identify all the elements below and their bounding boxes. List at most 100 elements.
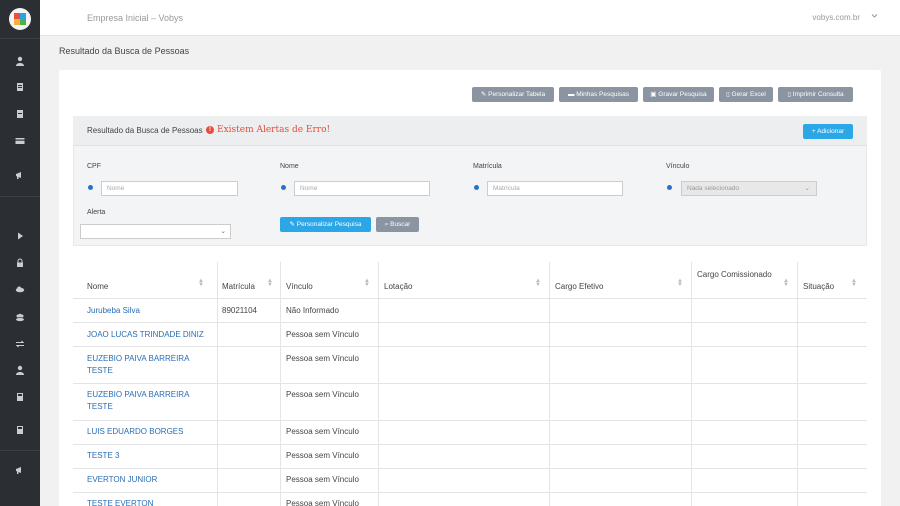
sidebar-divider xyxy=(0,450,40,451)
cpf-label: CPF xyxy=(87,163,101,170)
matricula-input[interactable]: Matrícula xyxy=(487,181,623,196)
search-title: Resultado da Busca de Pessoas xyxy=(87,126,203,135)
play-icon[interactable] xyxy=(14,231,26,243)
alerta-label: Alerta xyxy=(87,209,106,216)
file-icon[interactable] xyxy=(14,109,26,121)
add-button[interactable]: + Adicionar xyxy=(803,124,853,139)
personalize-table-label: Personalizar Tabela xyxy=(488,91,546,98)
person-name-link[interactable]: EVERTON JUNIOR xyxy=(87,474,157,486)
chevron-down-icon: ⌄ xyxy=(220,228,226,235)
app-logo[interactable] xyxy=(9,8,31,30)
vinculo-value: Não Informado xyxy=(286,306,339,315)
person-name-link[interactable]: EUZEBIO PAIVA BARREIRA TESTE xyxy=(87,353,197,377)
document-icon[interactable] xyxy=(14,82,26,94)
header-label: Cargo Efetivo xyxy=(555,282,604,291)
vinculo-label: Vínculo xyxy=(666,163,690,170)
header-label: Nome xyxy=(87,282,109,291)
matricula-value: 89021104 xyxy=(222,306,257,315)
row-divider xyxy=(73,322,867,323)
vinculo-value: Pessoa sem Vínculo xyxy=(286,475,359,484)
calculator-icon[interactable] xyxy=(14,425,26,437)
pencil-icon: ✎ xyxy=(289,221,295,228)
sort-icon[interactable]: ▲ ▼ xyxy=(535,278,541,288)
person-name-link[interactable]: EUZEBIO PAIVA BARREIRA TESTE xyxy=(87,389,197,413)
personalize-table-button[interactable]: ✎ Personalizar Tabela xyxy=(472,87,554,102)
folder-icon: ▬ xyxy=(567,91,575,98)
save-search-label: Gravar Pesquisa xyxy=(658,91,707,98)
excel-button[interactable]: ▯ Gerar Excel xyxy=(719,87,773,102)
user-icon[interactable] xyxy=(14,365,26,377)
vinculo-select[interactable]: Nada selecionado ⌄ xyxy=(681,181,817,196)
column-header-vinculo[interactable]: Vínculo ▲ ▼ xyxy=(286,262,378,299)
row-divider xyxy=(73,492,867,493)
pencil-icon: ✎ xyxy=(480,91,487,98)
column-header-cargo-efetivo[interactable]: Cargo Efetivo ▲ ▼ xyxy=(555,262,691,299)
search-header: Resultado da Busca de Pessoas ! Existem … xyxy=(73,116,867,146)
user-icon[interactable] xyxy=(14,56,26,68)
vinculo-value: Pessoa sem Vínculo xyxy=(286,451,359,460)
cloud-icon[interactable] xyxy=(14,284,26,296)
sort-icon[interactable]: ▲ ▼ xyxy=(364,278,370,288)
column-header-cargo-comissionado[interactable]: Cargo Comissionado ▲ ▼ xyxy=(697,262,797,299)
column-header-matricula[interactable]: Matrícula ▲ ▼ xyxy=(222,262,281,299)
person-name-link[interactable]: LUIS EDUARDO BORGES xyxy=(87,426,212,438)
group-icon[interactable] xyxy=(14,312,26,324)
vinculo-value: Nada selecionado xyxy=(687,185,740,192)
search-icon: ⌕ xyxy=(384,221,389,228)
header-label: Cargo Comissionado xyxy=(697,270,772,279)
alerta-select[interactable]: ⌄ xyxy=(80,224,231,239)
card-icon[interactable] xyxy=(14,136,26,148)
sort-icon[interactable]: ▲ ▼ xyxy=(783,278,789,288)
swap-icon[interactable] xyxy=(14,339,26,351)
column-header-lotacao[interactable]: Lotação ▲ ▼ xyxy=(384,262,549,299)
my-searches-button[interactable]: ▬ Minhas Pesquisas xyxy=(559,87,638,102)
sort-icon[interactable]: ▲ ▼ xyxy=(267,278,273,288)
cpf-indicator xyxy=(88,185,93,190)
person-name-link[interactable]: TESTE 3 xyxy=(87,450,119,462)
print-label: Imprimir Consulta xyxy=(792,91,844,98)
alert-message[interactable]: Existem Alertas de Erro! xyxy=(217,125,330,135)
matricula-indicator xyxy=(474,185,479,190)
page-title: Resultado da Busca de Pessoas xyxy=(59,46,190,56)
top-bar: Empresa Inicial – Vobys vobys.com.br xyxy=(40,0,900,36)
save-search-button[interactable]: ▣ Gravar Pesquisa xyxy=(643,87,714,102)
calculator-icon[interactable] xyxy=(14,392,26,404)
alert-icon: ! xyxy=(206,126,214,134)
sort-icon[interactable]: ▲ ▼ xyxy=(198,278,204,288)
user-menu[interactable]: vobys.com.br xyxy=(812,13,860,22)
search-button-label: Buscar xyxy=(390,221,411,228)
row-divider xyxy=(73,444,867,445)
row-divider xyxy=(73,468,867,469)
nome-input[interactable]: Nome xyxy=(294,181,430,196)
column-header-situacao[interactable]: Situação ▲ ▼ xyxy=(803,262,865,299)
person-name-link[interactable]: TESTE EVERTON xyxy=(87,498,153,506)
column-header-nome[interactable]: Nome ▲ ▼ xyxy=(87,262,212,299)
personalize-search-button[interactable]: ✎ Personalizar Pesquisa xyxy=(280,217,371,232)
chevron-down-icon[interactable] xyxy=(871,12,878,21)
sort-icon[interactable]: ▲ ▼ xyxy=(851,278,857,288)
search-button[interactable]: ⌕ Buscar xyxy=(376,217,419,232)
matricula-label: Matrícula xyxy=(473,163,502,170)
my-searches-label: Minhas Pesquisas xyxy=(576,91,630,98)
nome-indicator xyxy=(281,185,286,190)
save-icon: ▣ xyxy=(650,91,657,98)
header-divider xyxy=(73,298,867,299)
cpf-input[interactable]: Nome xyxy=(101,181,238,196)
personalize-search-label: Personalizar Pesquisa xyxy=(296,221,362,228)
megaphone-icon[interactable] xyxy=(14,465,26,477)
vinculo-value: Pessoa sem Vínculo xyxy=(286,330,359,339)
print-button[interactable]: ▯ Imprimir Consulta xyxy=(778,87,853,102)
header-label: Vínculo xyxy=(286,282,313,291)
person-name-link[interactable]: JOAO LUCAS TRINDADE DINIZ xyxy=(87,329,212,341)
file-icon: ▯ xyxy=(726,91,730,98)
sidebar-divider xyxy=(0,196,40,197)
sidebar-divider xyxy=(0,38,40,39)
person-name-link[interactable]: Jurubeba Silva xyxy=(87,305,207,317)
file-icon: ▯ xyxy=(787,91,791,98)
sort-icon[interactable]: ▲ ▼ xyxy=(677,278,683,288)
header-label: Situação xyxy=(803,282,835,291)
lock-icon[interactable] xyxy=(14,258,26,270)
row-divider xyxy=(73,420,867,421)
megaphone-icon[interactable] xyxy=(14,170,26,182)
sidebar xyxy=(0,0,40,506)
